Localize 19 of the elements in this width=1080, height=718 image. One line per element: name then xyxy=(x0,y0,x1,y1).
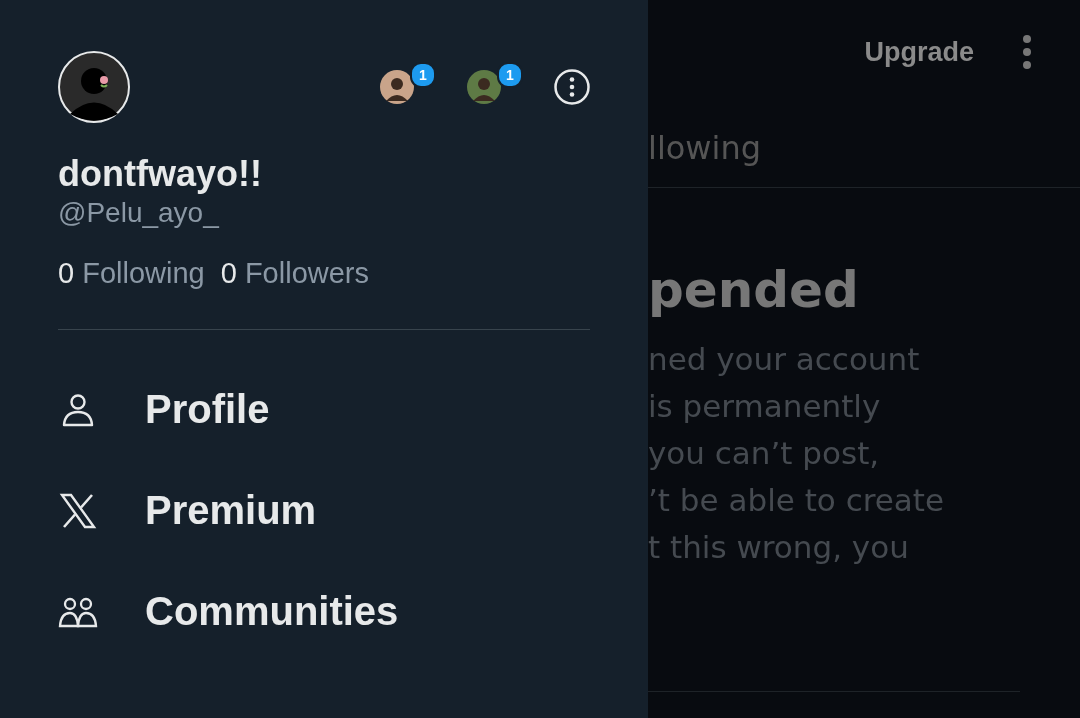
body-text: t this wrong, you xyxy=(648,528,910,567)
menu-item[interactable]: Communities xyxy=(58,587,590,636)
more-options-icon[interactable] xyxy=(554,69,590,105)
notification-count: 1 xyxy=(410,62,436,88)
body-text: ned your account xyxy=(648,340,921,379)
following-link[interactable]: 0 Following xyxy=(58,255,205,291)
upgrade-button[interactable]: Upgrade xyxy=(864,36,974,68)
avatar-icon[interactable] xyxy=(380,70,414,104)
username: @Pelu_ayo_ xyxy=(58,196,220,230)
body-text: you can’t post, xyxy=(648,434,881,473)
notification-count: 1 xyxy=(497,62,523,88)
display-name: dontfwayo!! xyxy=(58,153,263,195)
heading: pended xyxy=(648,260,860,320)
avatar-icon[interactable] xyxy=(58,51,130,123)
menu-item[interactable]: Profile xyxy=(58,385,590,434)
menu-item[interactable]: Premium xyxy=(58,486,590,535)
body-text: is permanently xyxy=(648,387,882,426)
body-text: ’t be able to create xyxy=(648,481,946,520)
followers-link[interactable]: 0 Followers xyxy=(220,255,369,291)
